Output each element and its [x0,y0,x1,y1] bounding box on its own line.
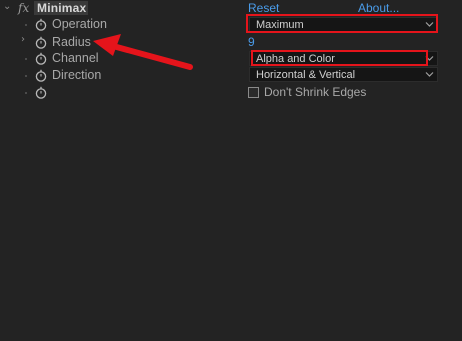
radius-value[interactable]: 9 [248,35,255,49]
property-row-direction: Direction Horizontal & Vertical [0,67,462,84]
property-label: Direction [52,68,102,82]
fx-icon[interactable]: fx [18,1,29,15]
effect-name: Minimax [37,1,87,15]
twirl-right-icon[interactable]: › [21,34,25,45]
stopwatch-icon[interactable] [35,36,47,49]
dont-shrink-edges-checkbox[interactable] [248,87,259,98]
indent-dot [25,92,27,94]
indent-dot [25,24,27,26]
reset-link[interactable]: Reset [248,1,279,15]
chevron-down-icon [425,72,434,77]
highlight-box-operation [246,14,438,33]
checkbox-label: Don't Shrink Edges [264,85,367,99]
property-label: Channel [52,51,99,65]
property-label: Radius [52,35,91,49]
stopwatch-icon[interactable] [35,52,47,65]
twirl-down-icon[interactable]: ⌄ [3,1,11,12]
about-link[interactable]: About... [358,1,399,15]
dropdown-value: Horizontal & Vertical [256,69,356,81]
property-label: Operation [52,17,107,31]
stopwatch-icon[interactable] [35,69,47,82]
property-row-radius: › Radius 9 [0,34,462,51]
stopwatch-icon[interactable] [35,86,47,99]
stopwatch-icon[interactable] [35,18,47,31]
direction-dropdown[interactable]: Horizontal & Vertical [249,67,438,82]
indent-dot [25,58,27,60]
indent-dot [25,75,27,77]
property-row-shrink-edges: Don't Shrink Edges [0,84,462,101]
highlight-box-channel [251,50,428,66]
